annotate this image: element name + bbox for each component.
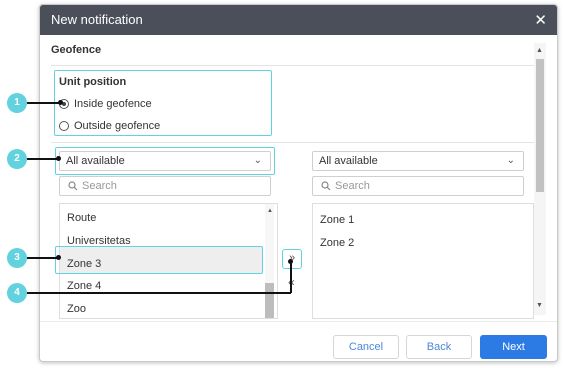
- back-button[interactable]: Back: [406, 335, 472, 359]
- right-filter-value: All available: [319, 155, 378, 167]
- left-filter-highlight: [55, 147, 275, 175]
- list-item[interactable]: Route: [67, 212, 96, 224]
- section-title: Geofence: [51, 44, 102, 56]
- footer-divider: [40, 321, 557, 322]
- radio-inside-geofence[interactable]: Inside geofence: [59, 98, 152, 110]
- left-search-input[interactable]: Search: [59, 176, 271, 196]
- callout-dot: [288, 259, 293, 264]
- content-scrollbar-thumb[interactable]: [536, 59, 544, 192]
- callout-leader: [27, 158, 59, 160]
- radio-label: Outside geofence: [74, 120, 161, 132]
- list-item[interactable]: Zoo: [67, 303, 86, 315]
- cancel-button[interactable]: Cancel: [333, 335, 399, 359]
- callout-badge-3: 3: [7, 248, 27, 268]
- callout-badge-4: 4: [7, 283, 27, 303]
- list-item[interactable]: Zone 1: [320, 214, 354, 226]
- search-icon: [321, 181, 331, 191]
- chevron-down-icon: ⌄: [506, 155, 515, 166]
- unit-position-label: Unit position: [59, 76, 127, 88]
- scroll-down-icon[interactable]: ▼: [536, 302, 543, 309]
- radio-outside-geofence[interactable]: Outside geofence: [59, 120, 160, 132]
- radio-label: Inside geofence: [74, 98, 152, 110]
- zone3-highlight: [55, 246, 263, 274]
- callout-dot: [56, 156, 61, 161]
- list-scrollbar-thumb[interactable]: [265, 283, 274, 318]
- scroll-up-icon[interactable]: ▲: [536, 47, 543, 54]
- callout-leader: [27, 292, 291, 294]
- left-search-placeholder: Search: [82, 180, 117, 192]
- list-item[interactable]: Zone 2: [320, 237, 354, 249]
- close-icon[interactable]: ✕: [534, 11, 547, 29]
- radio-unchecked-icon[interactable]: [59, 121, 69, 131]
- list-scroll-up-icon[interactable]: ▲: [267, 208, 273, 214]
- right-search-placeholder: Search: [335, 180, 370, 192]
- right-item-list: Zone 1 Zone 2: [312, 203, 534, 319]
- section-divider: [51, 142, 541, 143]
- callout-leader: [27, 102, 61, 104]
- next-button[interactable]: Next: [480, 335, 547, 359]
- callout-leader-vertical: [290, 262, 292, 293]
- dialog-title: New notification: [51, 12, 143, 27]
- callout-badge-2: 2: [7, 149, 27, 169]
- callout-badge-1: 1: [7, 93, 27, 113]
- section-divider: [51, 65, 541, 66]
- callout-dot: [56, 255, 61, 260]
- right-search-input[interactable]: Search: [312, 176, 524, 196]
- list-item[interactable]: Zone 4: [67, 280, 101, 292]
- new-notification-dialog: New notification ✕ Geofence ▲ ▼ Unit pos…: [39, 4, 558, 362]
- dialog-titlebar: New notification ✕: [40, 5, 557, 35]
- callout-dot: [58, 100, 63, 105]
- callout-leader: [27, 257, 59, 259]
- right-filter-select[interactable]: All available ⌄: [312, 151, 524, 171]
- search-icon: [68, 181, 78, 191]
